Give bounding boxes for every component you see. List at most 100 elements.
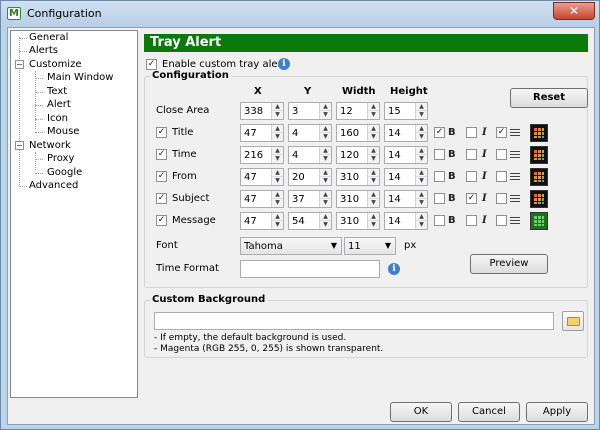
- y-stepper[interactable]: 4 ▲ ▼: [288, 124, 332, 142]
- spin-up-icon[interactable]: ▲: [320, 125, 331, 133]
- align-checkbox[interactable]: [496, 215, 507, 226]
- spin-down-icon[interactable]: ▼: [368, 111, 379, 119]
- width-stepper[interactable]: 160 ▲ ▼: [336, 124, 380, 142]
- bold-checkbox[interactable]: ✓: [434, 127, 445, 138]
- bold-checkbox[interactable]: [434, 171, 445, 182]
- spin-up-icon[interactable]: ▲: [272, 103, 283, 111]
- y-stepper[interactable]: 20 ▲ ▼: [288, 168, 332, 186]
- color-picker-button[interactable]: [530, 212, 548, 230]
- spin-down-icon[interactable]: ▼: [320, 133, 331, 141]
- spin-down-icon[interactable]: ▼: [368, 199, 379, 207]
- height-stepper[interactable]: 15 ▲ ▼: [384, 102, 428, 120]
- height-stepper[interactable]: 14 ▲ ▼: [384, 146, 428, 164]
- tree-item-network[interactable]: Network: [29, 140, 71, 151]
- close-button[interactable]: ✕: [553, 2, 595, 20]
- color-picker-button[interactable]: [530, 146, 548, 164]
- spin-up-icon[interactable]: ▲: [368, 147, 379, 155]
- italic-checkbox[interactable]: ✓: [466, 193, 477, 204]
- align-checkbox[interactable]: ✓: [496, 127, 507, 138]
- x-stepper[interactable]: 47 ▲ ▼: [240, 168, 284, 186]
- time-format-input[interactable]: [240, 260, 380, 278]
- spin-up-icon[interactable]: ▲: [320, 147, 331, 155]
- bold-checkbox[interactable]: [434, 149, 445, 160]
- field-enable-checkbox[interactable]: ✓: [156, 149, 167, 160]
- spin-down-icon[interactable]: ▼: [272, 133, 283, 141]
- x-stepper[interactable]: 47 ▲ ▼: [240, 212, 284, 230]
- width-stepper[interactable]: 120 ▲ ▼: [336, 146, 380, 164]
- spin-up-icon[interactable]: ▲: [320, 169, 331, 177]
- width-stepper[interactable]: 310 ▲ ▼: [336, 168, 380, 186]
- font-size-select[interactable]: 11 ▼: [344, 237, 396, 255]
- height-stepper[interactable]: 14 ▲ ▼: [384, 124, 428, 142]
- spin-down-icon[interactable]: ▼: [416, 155, 427, 163]
- field-enable-checkbox[interactable]: ✓: [156, 193, 167, 204]
- color-picker-button[interactable]: [530, 124, 548, 142]
- italic-checkbox[interactable]: [466, 127, 477, 138]
- tree-item-proxy[interactable]: Proxy: [47, 153, 74, 164]
- field-enable-checkbox[interactable]: ✓: [156, 171, 167, 182]
- collapse-network-icon[interactable]: −: [15, 141, 24, 150]
- italic-checkbox[interactable]: [466, 171, 477, 182]
- spin-down-icon[interactable]: ▼: [272, 155, 283, 163]
- spin-up-icon[interactable]: ▲: [368, 103, 379, 111]
- spin-down-icon[interactable]: ▼: [272, 221, 283, 229]
- spin-down-icon[interactable]: ▼: [272, 199, 283, 207]
- time-format-info-icon[interactable]: i: [388, 263, 400, 275]
- spin-down-icon[interactable]: ▼: [416, 221, 427, 229]
- spin-up-icon[interactable]: ▲: [416, 191, 427, 199]
- spin-down-icon[interactable]: ▼: [416, 133, 427, 141]
- spin-up-icon[interactable]: ▲: [320, 213, 331, 221]
- tree-item-mouse[interactable]: Mouse: [47, 126, 79, 137]
- font-family-select[interactable]: Tahoma ▼: [240, 237, 342, 255]
- width-stepper[interactable]: 12 ▲ ▼: [336, 102, 380, 120]
- y-stepper[interactable]: 4 ▲ ▼: [288, 146, 332, 164]
- title-bar[interactable]: M Configuration ✕: [1, 1, 599, 27]
- y-stepper[interactable]: 54 ▲ ▼: [288, 212, 332, 230]
- info-icon[interactable]: i: [278, 58, 290, 70]
- spin-down-icon[interactable]: ▼: [272, 111, 283, 119]
- italic-checkbox[interactable]: [466, 149, 477, 160]
- tree-item-alert[interactable]: Alert: [47, 99, 71, 110]
- spin-down-icon[interactable]: ▼: [416, 177, 427, 185]
- spin-up-icon[interactable]: ▲: [272, 125, 283, 133]
- x-stepper[interactable]: 47 ▲ ▼: [240, 190, 284, 208]
- spin-down-icon[interactable]: ▼: [272, 177, 283, 185]
- spin-up-icon[interactable]: ▲: [416, 147, 427, 155]
- height-stepper[interactable]: 14 ▲ ▼: [384, 190, 428, 208]
- height-stepper[interactable]: 14 ▲ ▼: [384, 168, 428, 186]
- ok-button[interactable]: OK: [390, 402, 452, 422]
- align-checkbox[interactable]: [496, 193, 507, 204]
- preview-button[interactable]: Preview: [470, 254, 548, 274]
- spin-up-icon[interactable]: ▲: [368, 191, 379, 199]
- color-picker-button[interactable]: [530, 190, 548, 208]
- tree-item-general[interactable]: General: [29, 32, 68, 43]
- bold-checkbox[interactable]: [434, 215, 445, 226]
- spin-up-icon[interactable]: ▲: [272, 147, 283, 155]
- tree-item-google[interactable]: Google: [47, 167, 82, 178]
- apply-button[interactable]: Apply: [526, 402, 588, 422]
- spin-down-icon[interactable]: ▼: [320, 199, 331, 207]
- spin-up-icon[interactable]: ▲: [272, 213, 283, 221]
- spin-up-icon[interactable]: ▲: [368, 169, 379, 177]
- tree-item-text[interactable]: Text: [47, 86, 67, 97]
- color-picker-button[interactable]: [530, 168, 548, 186]
- width-stepper[interactable]: 310 ▲ ▼: [336, 190, 380, 208]
- spin-up-icon[interactable]: ▲: [320, 191, 331, 199]
- cancel-button[interactable]: Cancel: [458, 402, 520, 422]
- width-stepper[interactable]: 310 ▲ ▼: [336, 212, 380, 230]
- tree-item-icon[interactable]: Icon: [47, 113, 68, 124]
- tree-item-alerts[interactable]: Alerts: [29, 45, 58, 56]
- spin-up-icon[interactable]: ▲: [272, 169, 283, 177]
- tree-item-customize[interactable]: Customize: [29, 59, 82, 70]
- spin-down-icon[interactable]: ▼: [368, 221, 379, 229]
- tree-item-main-window[interactable]: Main Window: [47, 72, 113, 83]
- spin-up-icon[interactable]: ▲: [416, 125, 427, 133]
- spin-up-icon[interactable]: ▲: [416, 103, 427, 111]
- y-stepper[interactable]: 3 ▲ ▼: [288, 102, 332, 120]
- spin-down-icon[interactable]: ▼: [368, 133, 379, 141]
- spin-down-icon[interactable]: ▼: [416, 111, 427, 119]
- spin-down-icon[interactable]: ▼: [320, 177, 331, 185]
- spin-down-icon[interactable]: ▼: [368, 177, 379, 185]
- enable-custom-tray-alert-checkbox[interactable]: ✓: [146, 59, 157, 70]
- spin-down-icon[interactable]: ▼: [320, 155, 331, 163]
